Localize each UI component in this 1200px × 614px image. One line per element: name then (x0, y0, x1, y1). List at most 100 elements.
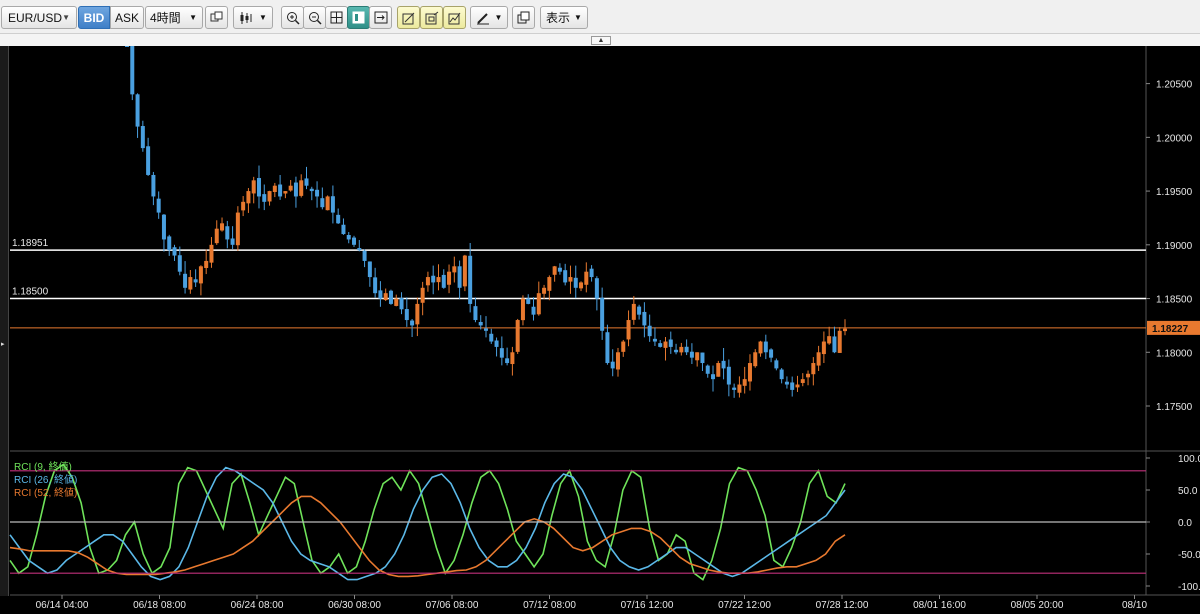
display-menu-label: 表示 (546, 11, 571, 25)
display-menu-button[interactable]: 表示 ▼ (540, 6, 588, 29)
candle-body (183, 273, 188, 288)
price-tick-label: 1.18000 (1156, 348, 1193, 359)
left-collapse-strip[interactable]: ▸ (0, 46, 9, 596)
candle-body (573, 277, 578, 288)
rci-tick-label: -50.0 (1178, 550, 1200, 561)
candle-body (711, 374, 716, 380)
candle-body (241, 201, 246, 211)
candle-body (436, 277, 441, 283)
pen-select[interactable]: ▼ (470, 6, 508, 29)
candle-body (784, 381, 789, 385)
fit-button[interactable] (369, 6, 392, 29)
candle-body (489, 333, 494, 342)
price-tick-label: 1.20000 (1156, 133, 1193, 144)
candle-body (594, 278, 599, 299)
candle-body (468, 255, 473, 304)
candle-body (721, 360, 726, 369)
candle-body (146, 146, 151, 175)
chevron-down-icon: ▼ (189, 13, 197, 22)
candle-body (615, 352, 620, 370)
symbol-select[interactable]: EUR/USD ▼ (1, 6, 77, 29)
candle-body (188, 277, 193, 290)
candle-body (410, 320, 415, 326)
bid-button[interactable]: BID (78, 6, 110, 29)
timeframe-select[interactable]: 4時間 ▼ (145, 6, 203, 29)
horizontal-line-label: 1.18951 (12, 238, 49, 249)
draw-fib-button[interactable] (443, 6, 466, 29)
grid-button[interactable] (325, 6, 348, 29)
candle-body (589, 268, 594, 278)
candle-body (283, 191, 288, 194)
candle-body (520, 298, 525, 321)
time-tick-label: 06/30 08:00 (328, 600, 381, 611)
candle-body (309, 188, 314, 192)
current-price-label: 1.18227 (1152, 324, 1189, 335)
chart-area[interactable]: 1.18951 1.18500 1.18227 1.20500 1.20000 1.19… (0, 46, 1200, 614)
candle-body (689, 351, 694, 358)
candle-body (140, 126, 145, 149)
candle-body (130, 46, 135, 95)
panel-button[interactable] (347, 6, 370, 29)
candle-body (452, 266, 457, 273)
draw-channel-button[interactable] (420, 6, 443, 29)
candle-body (293, 182, 298, 197)
price-tick-label: 1.18500 (1156, 295, 1193, 306)
candle-body (341, 224, 346, 235)
candle-body (225, 226, 230, 240)
candle-body (631, 303, 636, 320)
time-tick-label: 07/28 12:00 (816, 600, 869, 611)
rci-tick-label: 50.0 (1178, 486, 1198, 497)
candle-body (626, 320, 631, 340)
candle-body (362, 250, 367, 261)
ask-button[interactable]: ASK (110, 6, 144, 29)
time-tick-label: 08/01 16:00 (913, 600, 966, 611)
candle-body (415, 303, 420, 325)
candle-body (747, 363, 752, 382)
time-tick-label: 07/12 08:00 (523, 600, 576, 611)
candle-body (373, 277, 378, 294)
candle-body (642, 311, 647, 326)
candle-body (658, 343, 663, 347)
window-icon (517, 11, 530, 24)
candle-body (584, 271, 589, 285)
rci-legend-item: RCI (9, 終値) (14, 460, 72, 473)
time-tick-label: 06/18 08:00 (133, 600, 186, 611)
candle-body (462, 255, 467, 287)
candle-body (552, 266, 557, 275)
candle-body (484, 328, 488, 331)
time-tick-label: 07/22 12:00 (718, 600, 771, 611)
candle-body (605, 332, 610, 364)
candle-body (125, 46, 129, 47)
candle-body (526, 298, 531, 304)
candle-body (378, 290, 383, 299)
candle-body (695, 352, 700, 361)
zoom-in-button[interactable] (281, 6, 304, 29)
window-button[interactable] (512, 6, 535, 29)
time-tick-label: 07/16 12:00 (621, 600, 674, 611)
candle-body (700, 352, 705, 364)
candle-body (557, 267, 562, 272)
expand-arrow-icon: ▸ (1, 341, 5, 348)
fit-icon (374, 11, 387, 24)
copy-button[interactable] (205, 6, 228, 29)
candle-body (737, 384, 742, 393)
rci-tick-label: 0.0 (1178, 518, 1192, 529)
candle-body (367, 261, 372, 278)
candle-body (267, 191, 272, 202)
candle-body (204, 260, 209, 268)
draw-trend-button[interactable] (397, 6, 420, 29)
candle-body (304, 178, 309, 186)
candle-body (684, 346, 689, 353)
candle-body (151, 174, 156, 197)
collapse-toolbar-button[interactable]: ▲ (591, 36, 611, 45)
candle-body (177, 255, 182, 272)
time-tick-label: 08/10 (1122, 600, 1147, 611)
zoom-out-button[interactable] (303, 6, 326, 29)
candlestick-icon (240, 11, 252, 24)
candle-body (531, 306, 536, 315)
chart-type-select[interactable]: ▼ (233, 6, 273, 29)
candle-body (473, 306, 478, 321)
candle-body (346, 234, 351, 240)
candle-body (637, 306, 642, 315)
chevron-down-icon: ▼ (494, 13, 503, 22)
